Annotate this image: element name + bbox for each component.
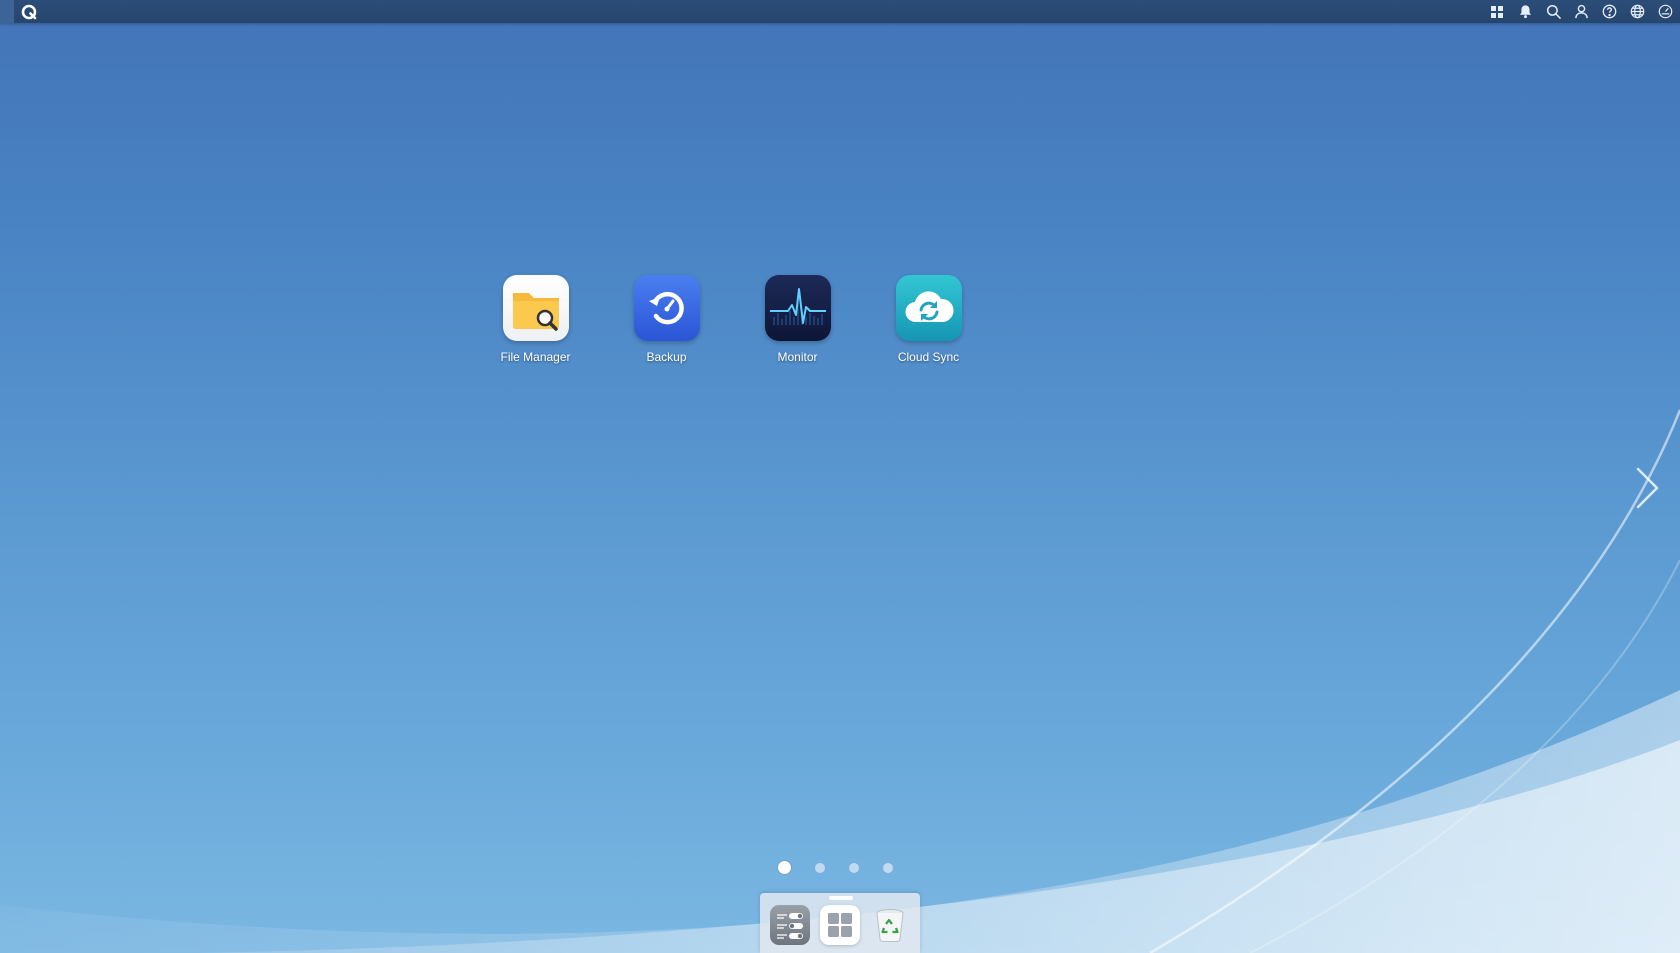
recycle-bin-button[interactable] xyxy=(870,905,910,945)
help-icon[interactable] xyxy=(1600,3,1618,21)
search-icon[interactable] xyxy=(1544,3,1562,21)
qnap-q-logo-icon[interactable] xyxy=(20,3,38,21)
folder-search-icon xyxy=(502,275,569,341)
wallpaper-swoosh xyxy=(0,409,1680,953)
control-panel-button[interactable] xyxy=(770,905,810,945)
app-cloud-sync[interactable]: Cloud Sync xyxy=(863,275,994,364)
heartbeat-monitor-icon xyxy=(764,275,831,341)
page-dot-2[interactable] xyxy=(815,862,825,873)
grid-icon xyxy=(828,913,852,937)
page-dot-1[interactable] xyxy=(778,861,791,874)
page-dot-3[interactable] xyxy=(849,862,859,873)
toggle-settings-icon xyxy=(777,913,803,939)
app-file-manager[interactable]: File Manager xyxy=(470,275,601,364)
apps-grid-icon[interactable] xyxy=(1488,3,1506,21)
main-menu-button[interactable] xyxy=(820,905,860,945)
app-label: Cloud Sync xyxy=(897,350,960,364)
dock xyxy=(760,893,920,953)
user-icon[interactable] xyxy=(1572,3,1590,21)
cloud-sync-icon xyxy=(895,275,962,341)
chevron-right-icon[interactable] xyxy=(1632,466,1662,510)
app-backup[interactable]: Backup xyxy=(601,275,732,364)
page-dot-4[interactable] xyxy=(883,862,893,873)
page-indicator xyxy=(778,861,917,874)
desktop-apps: File Manager Backup Monitor Cloud Sync xyxy=(470,275,994,364)
app-monitor[interactable]: Monitor xyxy=(732,275,863,364)
app-label: File Manager xyxy=(500,350,571,364)
app-label: Monitor xyxy=(777,350,818,364)
bell-icon[interactable] xyxy=(1516,3,1534,21)
system-tray xyxy=(1478,0,1674,23)
globe-icon[interactable] xyxy=(1628,3,1646,21)
backup-clock-icon xyxy=(633,275,700,341)
dashboard-gauge-icon[interactable] xyxy=(1656,3,1674,21)
recycle-bin-icon xyxy=(876,909,904,943)
dock-active-indicator xyxy=(829,896,853,900)
top-bar xyxy=(0,0,1680,23)
show-desktop-tab[interactable] xyxy=(0,0,14,23)
app-label: Backup xyxy=(646,350,687,364)
desktop: File Manager Backup Monitor Cloud Sync xyxy=(0,0,1680,953)
